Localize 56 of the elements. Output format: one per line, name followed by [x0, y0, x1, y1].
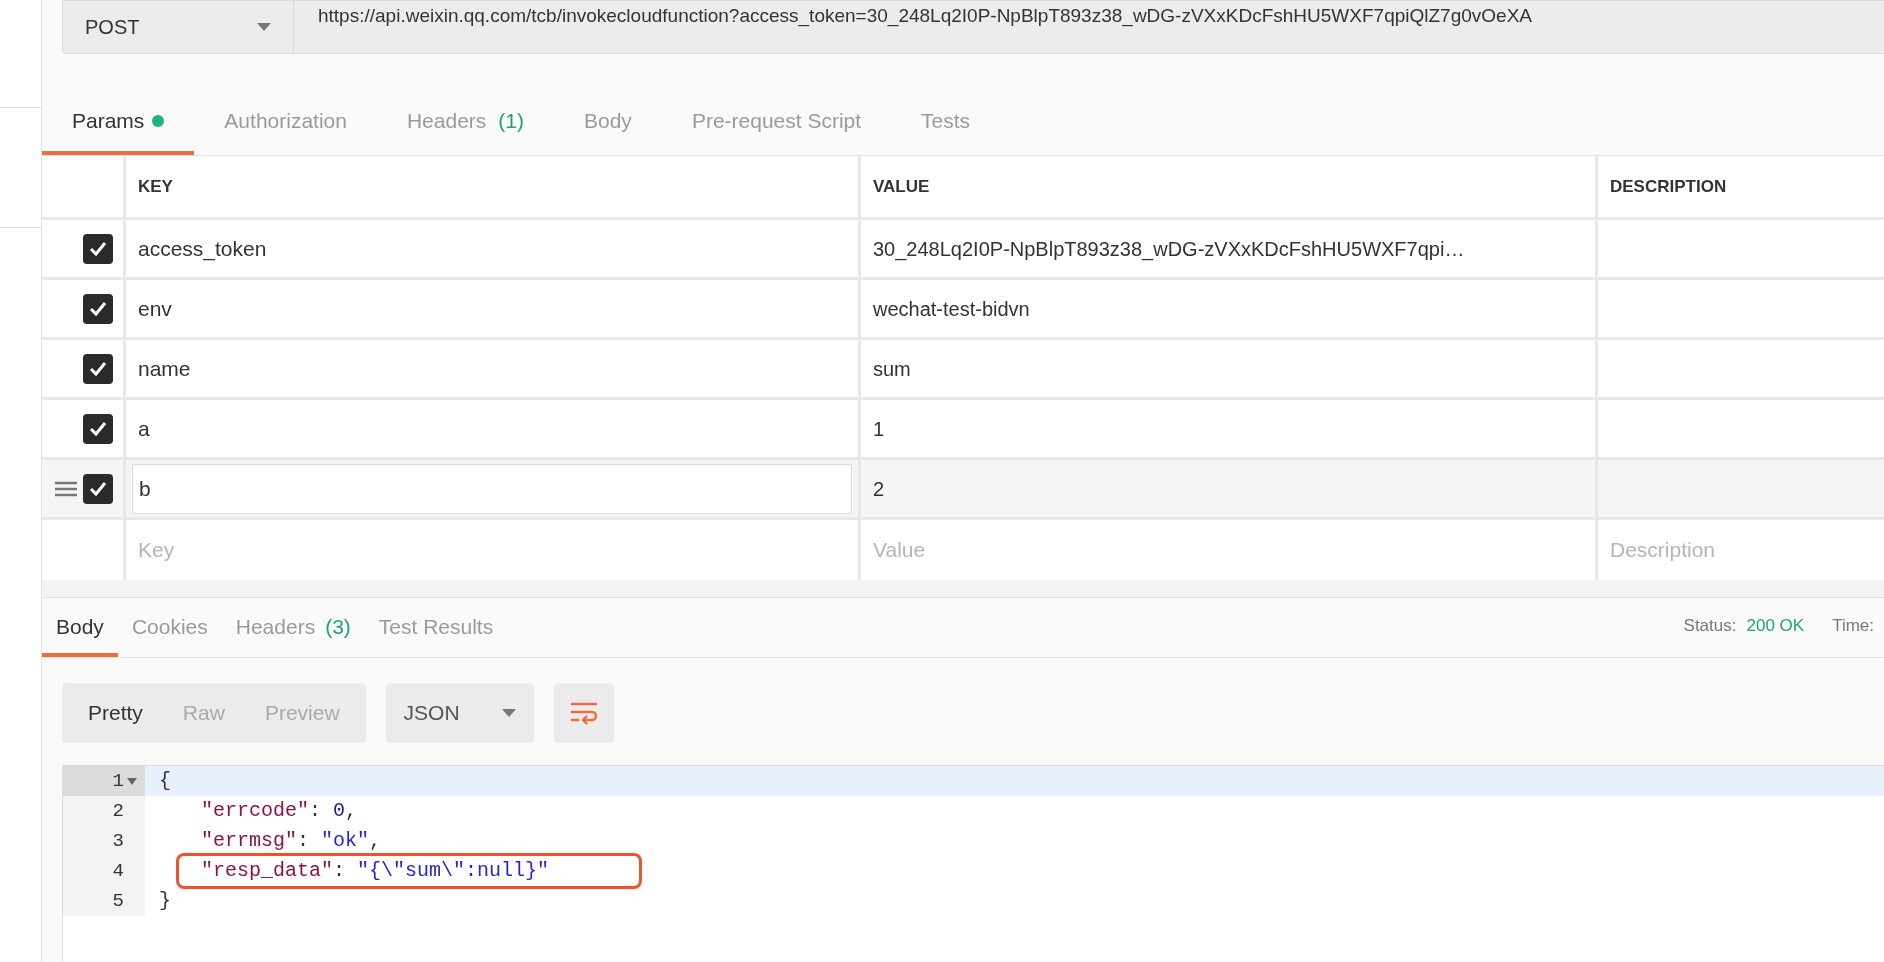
description-field[interactable]: Description [1598, 520, 1884, 580]
param-key: access_token [126, 232, 279, 265]
wrap-lines-button[interactable] [553, 683, 614, 743]
status-value: 200 OK [1746, 614, 1805, 637]
response-tab[interactable]: Cookies [117, 601, 222, 657]
wrap-icon [568, 701, 599, 725]
key-field[interactable]: Key [126, 520, 858, 580]
request-tab[interactable]: Headers (1) [376, 91, 554, 155]
value-field[interactable]: Value [861, 520, 1595, 580]
code-line: } [159, 888, 171, 914]
format-label: JSON [403, 700, 460, 727]
checkbox[interactable] [83, 293, 113, 324]
line-number: 5 [112, 888, 124, 914]
response-tab[interactable]: Headers (3) [221, 601, 365, 657]
request-tab[interactable]: Tests [891, 91, 1001, 155]
column-header: KEY [126, 156, 861, 217]
param-value: 30_248Lq2I0P-NpBlpT893z38_wDG-zVXxKDcFshHU5WXF7qpi… [873, 236, 1465, 263]
column-header: DESCRIPTION [1609, 175, 1728, 198]
line-number: 4 [112, 858, 124, 884]
line-number: 2 [112, 798, 124, 824]
view-mode-tab[interactable]: Preview [244, 689, 360, 737]
code-line: "errcode": 0, [201, 798, 358, 824]
response-tab[interactable]: Test Results [364, 601, 508, 657]
time-label: Time: [1832, 614, 1874, 637]
param-key: a [126, 412, 162, 445]
caret-icon [257, 23, 271, 31]
method-dropdown[interactable]: POST [62, 0, 294, 54]
drag-handle-icon[interactable] [55, 480, 77, 497]
key-input[interactable]: b [132, 463, 852, 514]
line-number: 1 [112, 768, 124, 794]
view-mode-tab[interactable]: Pretty [68, 689, 163, 737]
param-key: env [126, 292, 184, 325]
status-label: Status: [1683, 614, 1737, 637]
param-value: 1 [873, 416, 885, 442]
checkbox[interactable] [83, 233, 113, 264]
checkbox[interactable] [83, 353, 113, 384]
method-label: POST [85, 15, 140, 40]
request-tab[interactable]: Authorization [194, 91, 377, 155]
param-value: 2 [873, 476, 885, 502]
param-value: sum [873, 356, 911, 382]
line-number: 3 [112, 828, 124, 854]
view-mode-tab[interactable]: Raw [162, 689, 245, 737]
column-header: VALUE [861, 156, 1598, 217]
caret-icon [501, 709, 516, 717]
request-tab[interactable]: Body [554, 91, 662, 155]
checkbox[interactable] [83, 473, 113, 504]
fold-icon[interactable] [127, 777, 137, 785]
code-line: { [159, 768, 171, 794]
code-line: "errmsg": "ok", [201, 828, 382, 854]
request-tab[interactable]: Pre-request Script [661, 91, 892, 155]
format-dropdown[interactable]: JSON [385, 683, 534, 743]
url-field[interactable]: https://api.weixin.qq.com/tcb/invokecloudfunction?access_token=30_248Lq2I0P-NpBlpT893z38_wDG-zVXxKDcFshHU5WXF7qpiQlZ7g0vOeXA [294, 0, 1884, 54]
param-value: wechat-test-bidvn [873, 296, 1030, 322]
response-tab[interactable]: Body [42, 601, 118, 657]
checkbox[interactable] [83, 413, 113, 444]
param-key: name [126, 352, 203, 385]
